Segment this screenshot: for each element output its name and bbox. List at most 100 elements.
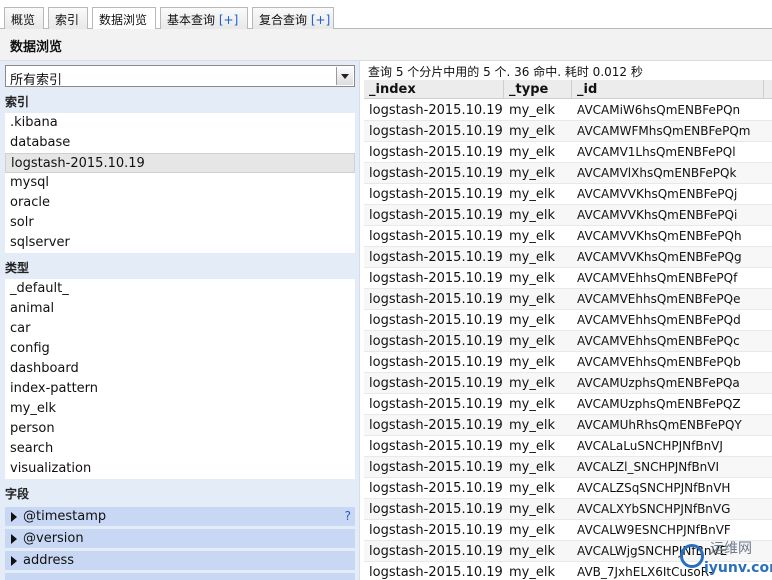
index-select-value: 所有索引 — [10, 73, 63, 88]
cell-type: my_elk — [509, 544, 555, 559]
cell-id: AVCAMiW6hsQmENBFePQn — [577, 103, 741, 117]
field-item[interactable]: address — [5, 550, 355, 570]
table-row[interactable]: logstash-2015.10.19 my_elk AVCAMUzphsQmENB… — [364, 394, 772, 415]
help-icon[interactable]: ? — [345, 507, 351, 526]
tab-bar: 概览 索引 数据浏览 基本查询 [+] 复合查询 [+] — [0, 0, 772, 30]
field-label: @version — [23, 531, 84, 546]
cell-type: my_elk — [509, 418, 555, 433]
cell-type: my_elk — [509, 208, 555, 223]
cell-type: my_elk — [509, 481, 555, 496]
index-item-selected[interactable]: logstash-2015.10.19 — [5, 153, 355, 173]
cell-index: logstash-2015.10.19 — [369, 187, 503, 202]
tab-indices[interactable]: 索引 — [48, 7, 88, 29]
indices-heading: 索引 — [5, 95, 30, 109]
table-row[interactable]: logstash-2015.10.19 my_elk AVCAMVEhhsQmENB… — [364, 310, 772, 331]
index-item[interactable]: oracle — [5, 193, 355, 213]
cell-type: my_elk — [509, 397, 555, 412]
index-item[interactable]: mysql — [5, 173, 355, 193]
cell-type: my_elk — [509, 460, 555, 475]
index-item[interactable]: .kibana — [5, 113, 355, 133]
type-item[interactable]: _default_ — [5, 279, 355, 299]
tab-data-browser[interactable]: 数据浏览 — [92, 7, 156, 30]
type-item[interactable]: visualization — [5, 459, 355, 479]
cell-id: AVCAMVEhhsQmENBFePQd — [577, 313, 741, 327]
cell-id: AVCAMWFMhsQmENBFePQm — [577, 124, 751, 138]
table-row[interactable]: logstash-2015.10.19 my_elk AVCAMVEhhsQmENB… — [364, 289, 772, 310]
tab-basic-query[interactable]: 基本查询 [+] — [160, 7, 248, 29]
table-row[interactable]: logstash-2015.10.19 my_elk AVCAMVEhhsQmENB… — [364, 331, 772, 352]
tab-label: 概览 — [11, 13, 36, 27]
table-row[interactable]: logstash-2015.10.19 my_elk AVCALXYbSNCHPJN… — [364, 499, 772, 520]
table-row[interactable]: logstash-2015.10.19 my_elk AVCAMWFMhsQmENB… — [364, 121, 772, 142]
table-row[interactable]: logstash-2015.10.19 my_elk AVCAMV1LhsQmENB… — [364, 142, 772, 163]
type-item[interactable]: my_elk — [5, 399, 355, 419]
add-query-link[interactable]: [+] — [219, 13, 238, 27]
add-query-link[interactable]: [+] — [311, 13, 330, 27]
cell-index: logstash-2015.10.19 — [369, 334, 503, 349]
cell-type: my_elk — [509, 250, 555, 265]
cell-type: my_elk — [509, 439, 555, 454]
cell-type: my_elk — [509, 145, 555, 160]
table-row[interactable]: logstash-2015.10.19 my_elk AVCALZSqSNCHPJN… — [364, 478, 772, 499]
chevron-down-icon[interactable] — [336, 67, 353, 85]
tab-compound-query[interactable]: 复合查询 [+] — [252, 7, 334, 29]
type-item[interactable]: person — [5, 419, 355, 439]
cell-id: AVCAMUzphsQmENBFePQZ — [577, 397, 741, 411]
column-header-type[interactable]: _type — [504, 80, 572, 99]
site-watermark: 运维网 iyunv.com — [676, 538, 772, 580]
type-item[interactable]: dashboard — [5, 359, 355, 379]
table-row[interactable]: logstash-2015.10.19 my_elk AVCAMUhRhsQmENB… — [364, 415, 772, 436]
table-row[interactable]: logstash-2015.10.19 my_elk AVCALaLuSNCHPJN… — [364, 436, 772, 457]
cell-type: my_elk — [509, 355, 555, 370]
cell-index: logstash-2015.10.19 — [369, 166, 503, 181]
column-header-index[interactable]: _index — [364, 80, 504, 99]
table-row[interactable]: logstash-2015.10.19 my_elk AVCAMVEhhsQmENB… — [364, 352, 772, 373]
table-row[interactable]: logstash-2015.10.19 my_elk AVCAMVEhhsQmENB… — [364, 268, 772, 289]
cell-index: logstash-2015.10.19 — [369, 439, 503, 454]
cell-index: logstash-2015.10.19 — [369, 460, 503, 475]
cell-index: logstash-2015.10.19 — [369, 418, 503, 433]
type-item[interactable]: car — [5, 319, 355, 339]
cell-type: my_elk — [509, 103, 555, 118]
table-row[interactable]: logstash-2015.10.19 my_elk AVCAMVVKhsQmENB… — [364, 184, 772, 205]
tab-label: 数据浏览 — [99, 13, 148, 27]
expand-triangle-icon — [11, 512, 17, 522]
index-item[interactable]: solr — [5, 213, 355, 233]
type-item[interactable]: index-pattern — [5, 379, 355, 399]
cell-id: AVCAMVVKhsQmENBFePQj — [577, 187, 738, 201]
type-item[interactable]: config — [5, 339, 355, 359]
field-item[interactable] — [5, 572, 355, 580]
index-item[interactable]: database — [5, 133, 355, 153]
cell-index: logstash-2015.10.19 — [369, 376, 503, 391]
table-row[interactable]: logstash-2015.10.19 my_elk AVCAMUzphsQmENB… — [364, 373, 772, 394]
table-row[interactable]: logstash-2015.10.19 my_elk AVCAMVVKhsQmENB… — [364, 247, 772, 268]
cell-index: logstash-2015.10.19 — [369, 145, 503, 160]
cell-index: logstash-2015.10.19 — [369, 502, 503, 517]
cell-index: logstash-2015.10.19 — [369, 544, 503, 559]
type-item[interactable]: search — [5, 439, 355, 459]
cell-index: logstash-2015.10.19 — [369, 292, 503, 307]
table-row[interactable]: logstash-2015.10.19 my_elk AVCAMVVKhsQmENB… — [364, 226, 772, 247]
table-row[interactable]: logstash-2015.10.19 my_elk AVCAMiW6hsQmENB… — [364, 100, 772, 121]
cell-id: AVCAMVVKhsQmENBFePQg — [577, 250, 742, 264]
index-select[interactable]: 所有索引 — [5, 65, 355, 88]
fields-heading: 字段 — [5, 487, 30, 501]
tab-overview[interactable]: 概览 — [4, 7, 44, 29]
table-row[interactable]: logstash-2015.10.19 my_elk AVCAMVlXhsQmENB… — [364, 163, 772, 184]
cell-id: AVCAMUhRhsQmENBFePQY — [577, 418, 742, 432]
cell-index: logstash-2015.10.19 — [369, 250, 503, 265]
field-item[interactable]: @timestamp ? — [5, 506, 355, 526]
cell-id: AVCAMVlXhsQmENBFePQk — [577, 166, 737, 180]
tab-label: 基本查询 — [167, 13, 219, 27]
tab-label: 复合查询 — [259, 13, 311, 27]
type-item[interactable]: animal — [5, 299, 355, 319]
table-row[interactable]: logstash-2015.10.19 my_elk AVCAMVVKhsQmENB… — [364, 205, 772, 226]
cell-index: logstash-2015.10.19 — [369, 271, 503, 286]
cell-index: logstash-2015.10.19 — [369, 124, 503, 139]
index-item[interactable]: sqlserver — [5, 233, 355, 253]
cell-type: my_elk — [509, 271, 555, 286]
cell-id: AVCAMV1LhsQmENBFePQl — [577, 145, 736, 159]
field-item[interactable]: @version — [5, 528, 355, 548]
column-header-id[interactable]: _id — [572, 80, 764, 99]
table-row[interactable]: logstash-2015.10.19 my_elk AVCALZl_SNCHPJN… — [364, 457, 772, 478]
